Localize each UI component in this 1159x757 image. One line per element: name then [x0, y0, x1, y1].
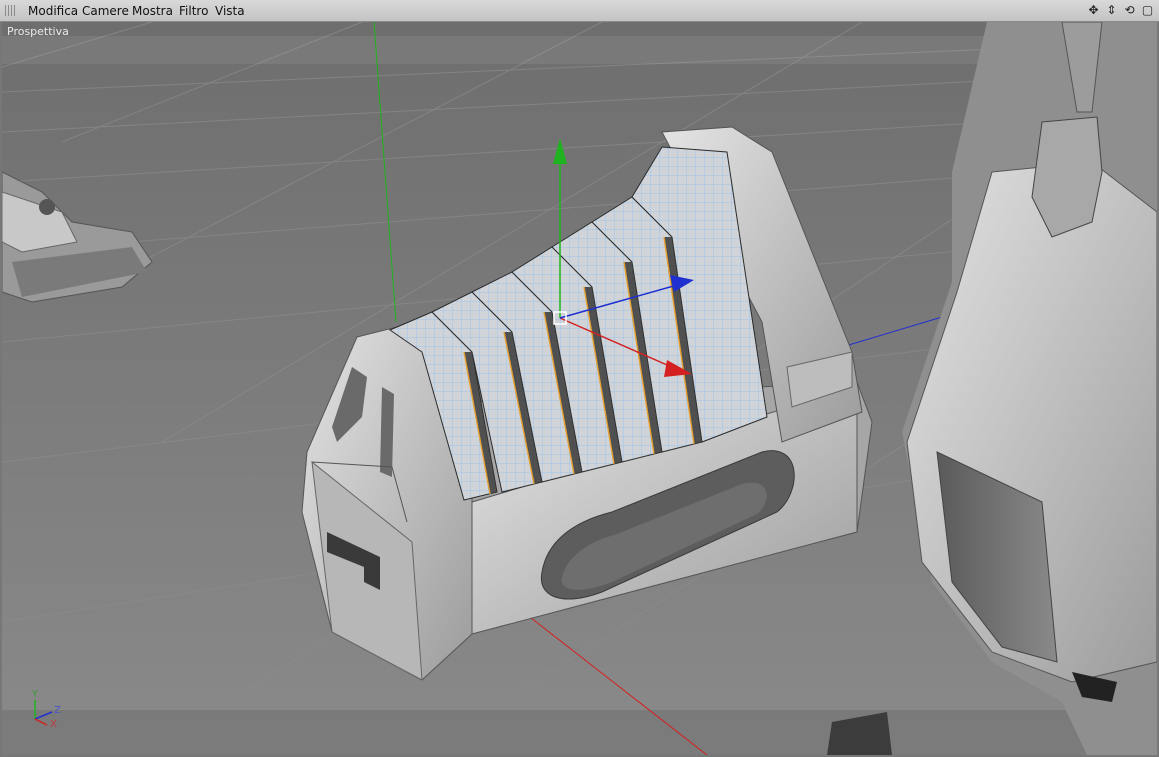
- axis-z-label: Z: [54, 705, 61, 716]
- axis-y-label: Y: [32, 689, 39, 700]
- menu-filtro[interactable]: Filtro: [179, 4, 208, 18]
- menubar-grip-icon[interactable]: [5, 5, 17, 16]
- move-view-icon[interactable]: ✥: [1086, 3, 1101, 18]
- menu-mostra[interactable]: Mostra: [132, 4, 173, 18]
- rotate-view-icon[interactable]: ⟲: [1122, 3, 1137, 18]
- maximize-view-icon[interactable]: ▢: [1140, 3, 1155, 18]
- axis-x-label: X: [50, 719, 57, 730]
- scene-render: [2, 22, 1157, 755]
- viewport-camera-label: Prospettiva: [7, 25, 69, 38]
- perspective-viewport[interactable]: Prospettiva Y Z X: [2, 22, 1157, 755]
- viewport-menubar: Modifica Camere Mostra Filtro Vista ✥ ⇕ …: [0, 0, 1159, 22]
- menu-vista[interactable]: Vista: [215, 4, 245, 18]
- zoom-view-icon[interactable]: ⇕: [1104, 3, 1119, 18]
- menu-modifica[interactable]: Modifica: [28, 4, 78, 18]
- menu-camere[interactable]: Camere: [82, 4, 129, 18]
- cinema4d-window: Modifica Camere Mostra Filtro Vista ✥ ⇕ …: [0, 0, 1159, 757]
